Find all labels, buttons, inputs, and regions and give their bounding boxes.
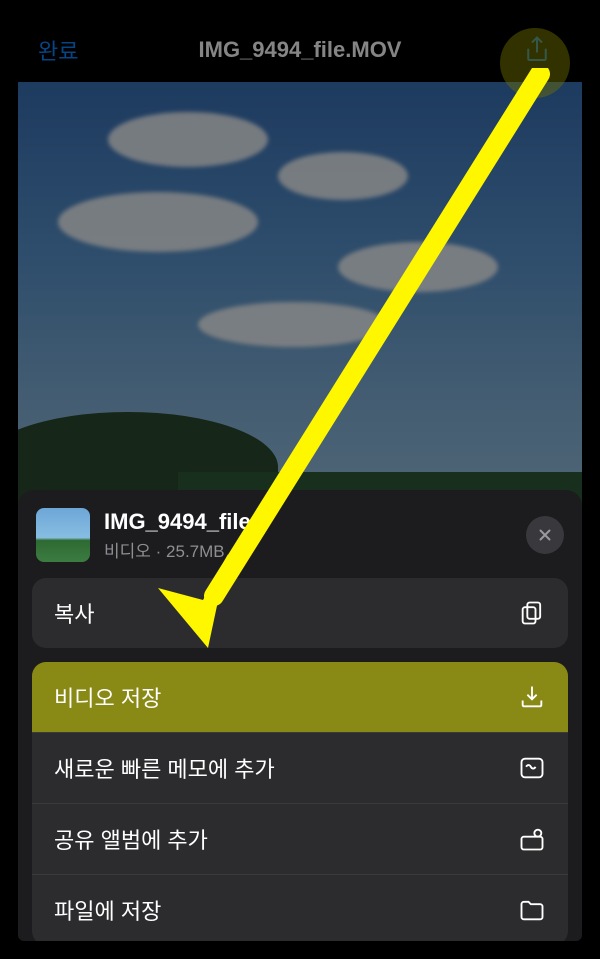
- save-to-files-label: 파일에 저장: [54, 894, 161, 926]
- share-sheet: IMG_9494_file 비디오 · 25.7MB 복사 비디오 저장: [18, 490, 582, 941]
- add-quick-note-label: 새로운 빠른 메모에 추가: [54, 752, 275, 784]
- sheet-header: IMG_9494_file 비디오 · 25.7MB: [18, 490, 582, 578]
- close-button[interactable]: [526, 516, 564, 554]
- copy-option[interactable]: 복사: [32, 578, 568, 648]
- add-shared-album-option[interactable]: 공유 앨범에 추가: [32, 804, 568, 874]
- add-quick-note-option[interactable]: 새로운 빠른 메모에 추가: [32, 733, 568, 803]
- copy-label: 복사: [54, 597, 94, 629]
- save-video-option[interactable]: 비디오 저장: [32, 662, 568, 732]
- file-meta-label: 비디오 · 25.7MB: [104, 537, 512, 562]
- file-name-label: IMG_9494_file: [104, 509, 512, 535]
- close-icon: [536, 526, 554, 544]
- copy-icon: [518, 599, 546, 627]
- add-shared-album-label: 공유 앨범에 추가: [54, 823, 208, 855]
- folder-icon: [518, 896, 546, 924]
- file-thumbnail: [36, 508, 90, 562]
- save-to-files-option[interactable]: 파일에 저장: [32, 875, 568, 941]
- quick-note-icon: [518, 754, 546, 782]
- shared-album-icon: [518, 825, 546, 853]
- save-video-label: 비디오 저장: [54, 681, 161, 713]
- download-icon: [518, 683, 546, 711]
